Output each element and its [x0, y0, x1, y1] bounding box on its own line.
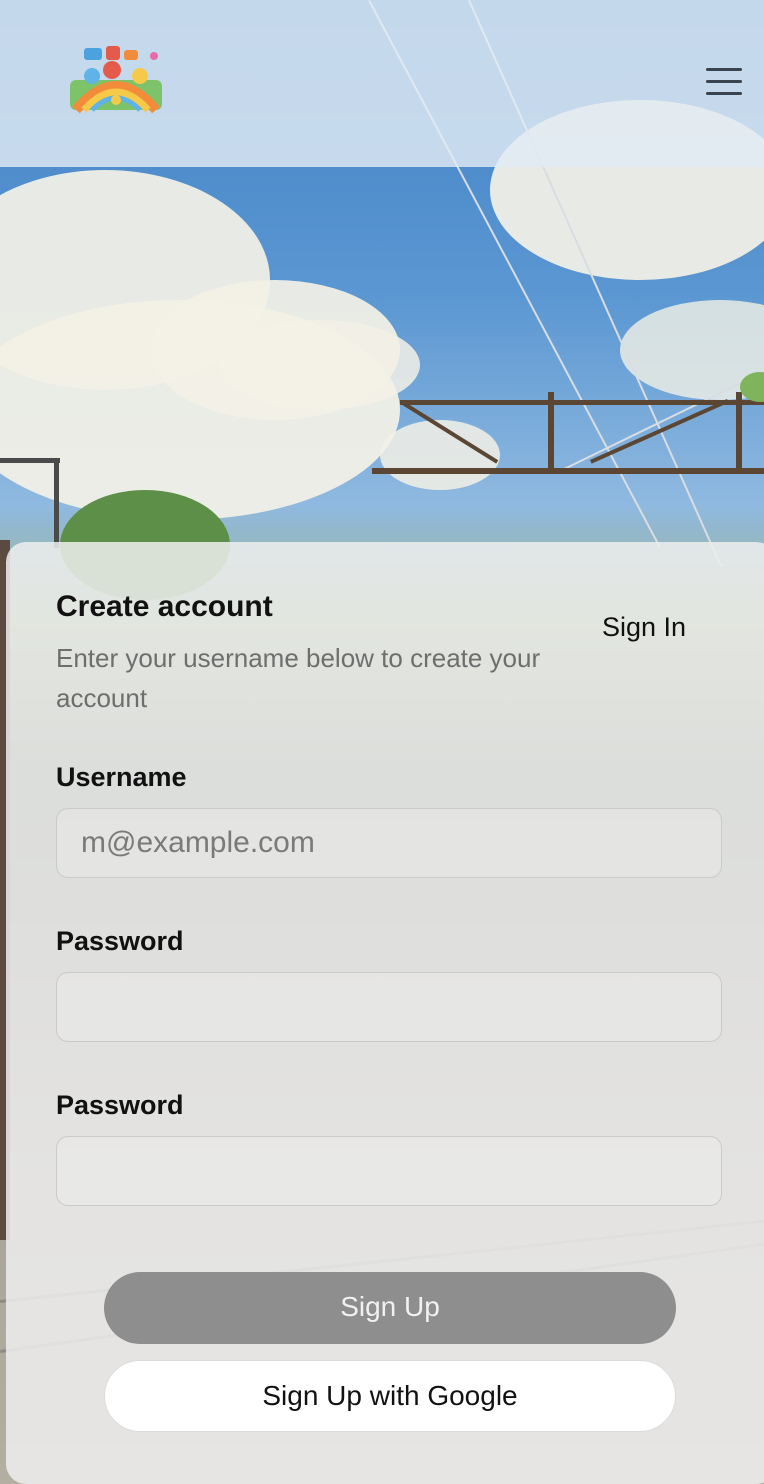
form-subtitle: Enter your username below to create your…: [56, 643, 541, 713]
password-input[interactable]: [56, 972, 722, 1042]
top-header: [0, 0, 764, 167]
username-label: Username: [56, 762, 187, 792]
signup-card: Create account Enter your username below…: [6, 542, 764, 1484]
form-title: Create account: [56, 590, 273, 623]
app-logo[interactable]: [68, 42, 164, 114]
confirm-password-input[interactable]: [56, 1136, 722, 1206]
sign-up-with-google-button[interactable]: Sign Up with Google: [104, 1360, 676, 1432]
username-input[interactable]: [56, 808, 722, 878]
hamburger-menu-icon[interactable]: [700, 62, 746, 98]
confirm-password-label: Password: [56, 1090, 184, 1120]
password-label: Password: [56, 926, 184, 956]
sign-in-link[interactable]: Sign In: [602, 612, 686, 643]
sign-up-button[interactable]: Sign Up: [104, 1272, 676, 1344]
page-root: Create account Enter your username below…: [0, 0, 764, 1484]
